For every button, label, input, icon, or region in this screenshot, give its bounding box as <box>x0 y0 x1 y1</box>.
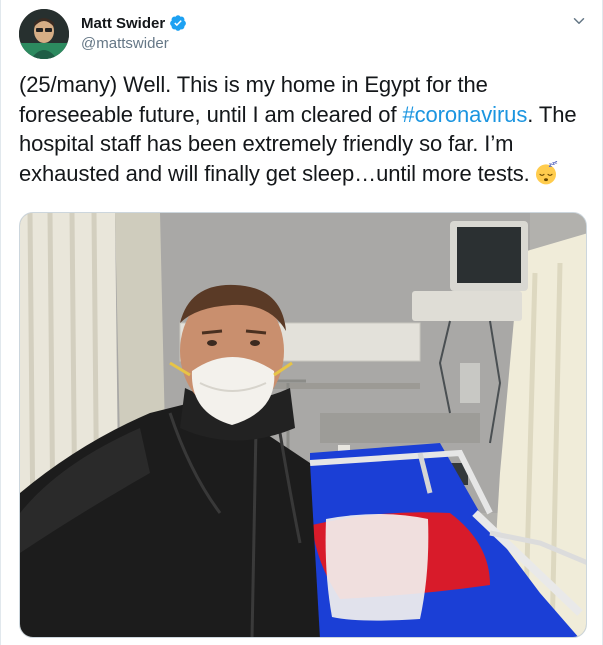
tweet-photo[interactable] <box>19 212 587 638</box>
sleeping-face-emoji-icon: z z z <box>534 160 558 185</box>
hospital-room-photo <box>20 213 586 637</box>
verified-badge-icon <box>169 14 187 32</box>
tweet-text: (25/many) Well. This is my home in Egypt… <box>19 70 589 188</box>
author-display-name[interactable]: Matt Swider <box>81 15 165 32</box>
avatar-image <box>19 9 69 59</box>
chevron-down-icon[interactable] <box>570 12 588 30</box>
author-avatar[interactable] <box>19 9 69 59</box>
hashtag-link[interactable]: #coronavirus <box>402 102 527 127</box>
author-handle[interactable]: @mattswider <box>81 35 169 52</box>
author-name-row: Matt Swider <box>81 14 187 32</box>
svg-text:z: z <box>554 161 557 166</box>
tweet-card[interactable]: Matt Swider @mattswider (25/many) Well. … <box>0 0 603 645</box>
